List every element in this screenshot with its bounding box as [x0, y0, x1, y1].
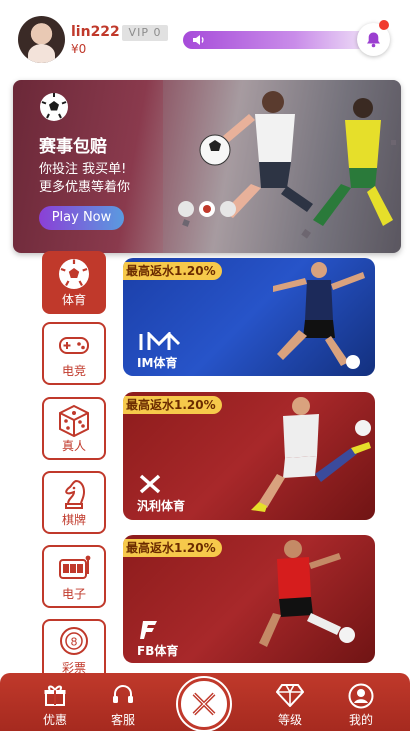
- speaker-icon: [193, 35, 204, 45]
- game-card-fb[interactable]: 最高返水1.20% FB体育: [123, 535, 375, 663]
- username: lin222: [71, 24, 120, 40]
- lottery-ball-icon: 8: [60, 627, 88, 655]
- diamond-icon: [276, 684, 304, 707]
- game-name: 汎利体育: [137, 499, 186, 513]
- category-esports[interactable]: 电竞: [42, 322, 106, 385]
- game-card-xl[interactable]: 最高返水1.20% 汎利体育: [123, 392, 375, 520]
- hero-banner[interactable]: 赛事包赔 你投注 我买单! 更多优惠等着你 Play Now: [13, 80, 401, 253]
- category-label: 电子: [61, 587, 86, 601]
- x-logo-icon: [139, 474, 161, 494]
- category-label: 真人: [61, 439, 86, 453]
- rebate-badge: 最高返水1.20%: [123, 396, 222, 414]
- im-logo-icon: [139, 332, 181, 350]
- hero-soccer-players-image: [163, 80, 401, 253]
- rebate-badge: 最高返水1.20%: [123, 262, 222, 280]
- chess-knight-icon: [65, 479, 86, 509]
- dice-icon: [59, 404, 89, 438]
- nav-label: 优惠: [42, 713, 67, 727]
- nav-home-button[interactable]: [178, 678, 230, 730]
- hero-subtitle-line2: 更多优惠等着你: [39, 180, 131, 195]
- carousel-dot-3[interactable]: [220, 201, 236, 217]
- nav-label: 我的: [348, 713, 373, 727]
- rebate-badge: 最高返水1.20%: [123, 539, 222, 557]
- user-icon: [348, 683, 374, 709]
- svg-text:8: 8: [71, 636, 78, 649]
- fb-logo-icon: [140, 621, 157, 639]
- soccer-player-image: [251, 397, 371, 512]
- category-label: 电竞: [61, 364, 86, 378]
- nav-level[interactable]: 等级: [265, 673, 315, 731]
- category-slots[interactable]: 电子: [42, 545, 106, 608]
- soccer-ball-icon: [40, 93, 68, 121]
- nav-mine[interactable]: 我的: [336, 673, 386, 731]
- nav-service[interactable]: 客服: [98, 673, 148, 731]
- x-logo-icon: [192, 692, 216, 716]
- carousel-dot-2[interactable]: [199, 201, 215, 217]
- game-name: IM体育: [137, 356, 178, 370]
- game-card-im[interactable]: 最高返水1.20% IM体育: [123, 258, 375, 376]
- headset-icon: [113, 685, 133, 703]
- nav-promo[interactable]: 优惠: [30, 673, 80, 731]
- category-sports[interactable]: 体育: [42, 251, 106, 314]
- nav-label: 等级: [277, 713, 302, 727]
- avatar[interactable]: [18, 16, 65, 63]
- category-live-casino[interactable]: 真人: [42, 397, 106, 460]
- vip-badge[interactable]: VIP 0: [122, 25, 168, 41]
- announcement-bar[interactable]: [183, 31, 369, 49]
- hero-title: 赛事包赔: [39, 137, 107, 157]
- carousel-dot-1[interactable]: [178, 201, 194, 217]
- play-now-button[interactable]: Play Now: [39, 206, 124, 230]
- nav-label: 客服: [110, 713, 135, 727]
- soccer-ball-icon: [59, 259, 89, 289]
- soccer-player-image: [259, 540, 355, 647]
- header: lin222 VIP 0 ¥0: [0, 0, 410, 78]
- category-chess-cards[interactable]: 棋牌: [42, 471, 106, 534]
- gift-icon: [44, 685, 66, 706]
- gamepad-icon: [59, 337, 89, 354]
- bell-icon: [367, 32, 380, 48]
- notification-dot: [379, 20, 389, 30]
- category-label: 棋牌: [61, 513, 86, 527]
- slot-machine-icon: [59, 555, 91, 579]
- soccer-player-image: [273, 262, 365, 369]
- game-name: FB体育: [137, 644, 179, 658]
- balance: ¥0: [71, 42, 87, 56]
- hero-subtitle-line1: 你投注 我买单!: [39, 162, 127, 177]
- category-label: 体育: [61, 293, 86, 307]
